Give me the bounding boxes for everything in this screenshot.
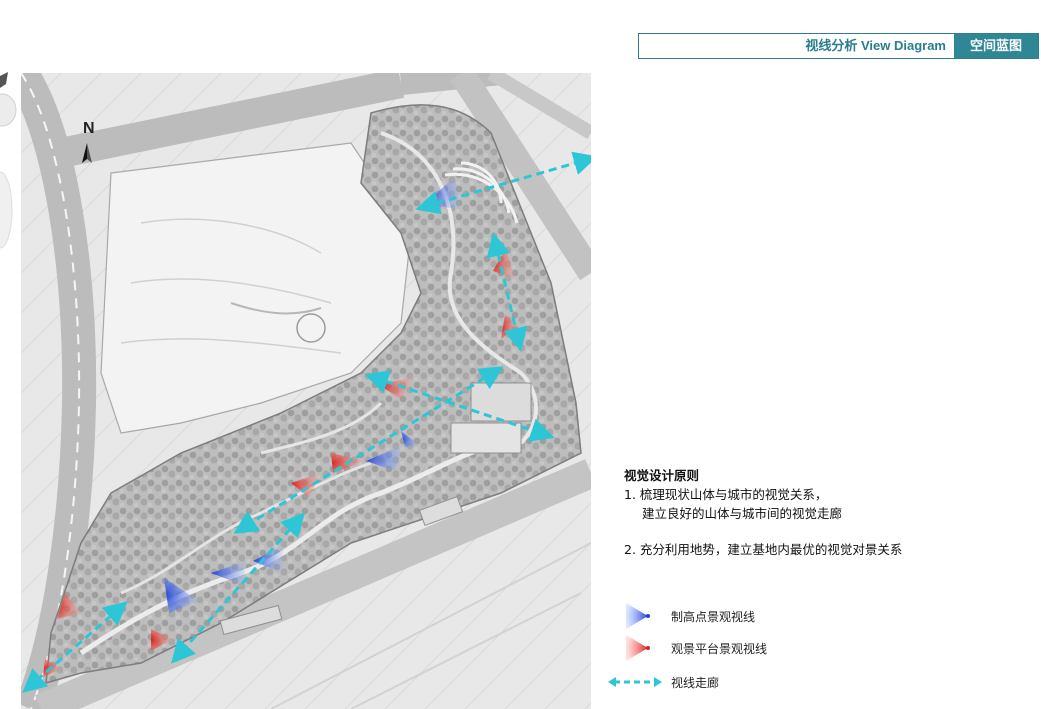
principles-title: 视觉设计原则: [624, 468, 700, 483]
page-title: 视线分析 View Diagram: [805, 38, 946, 53]
legend-label: 视线走廊: [671, 676, 720, 690]
blue-cone-icon: [626, 603, 650, 629]
site-plan-map: N: [21, 73, 591, 709]
red-cone-icon: [626, 635, 650, 661]
principle-1-line-1: 1. 梳理现状山体与城市的视觉关系，: [624, 487, 828, 502]
legend-item-platform: 观景平台景观视线: [606, 632, 906, 664]
legend-item-corridor: 视线走廊: [606, 666, 906, 698]
dashed-double-arrow-icon: [608, 677, 662, 687]
north-label: N: [83, 120, 95, 137]
tab-spatial-blueprint[interactable]: 空间蓝图: [954, 34, 1038, 58]
principle-2: 2. 充分利用地势，建立基地内最优的视觉对景关系: [624, 542, 903, 557]
legend-item-highpoint: 制高点景观视线: [606, 600, 906, 632]
legend-label: 制高点景观视线: [671, 610, 756, 624]
left-edge-decoration: [0, 70, 20, 709]
legend: 制高点景观视线 观景平台景观视线 视线走廊: [606, 598, 906, 698]
legend-label: 观景平台景观视线: [671, 642, 768, 656]
header-title-bar: 视线分析 View Diagram 空间蓝图: [638, 33, 1039, 59]
principle-1-line-2: 建立良好的山体与城市间的视觉走廊: [642, 506, 843, 521]
design-principles: 视觉设计原则 1. 梳理现状山体与城市的视觉关系， 建立良好的山体与城市间的视觉…: [624, 466, 1034, 559]
